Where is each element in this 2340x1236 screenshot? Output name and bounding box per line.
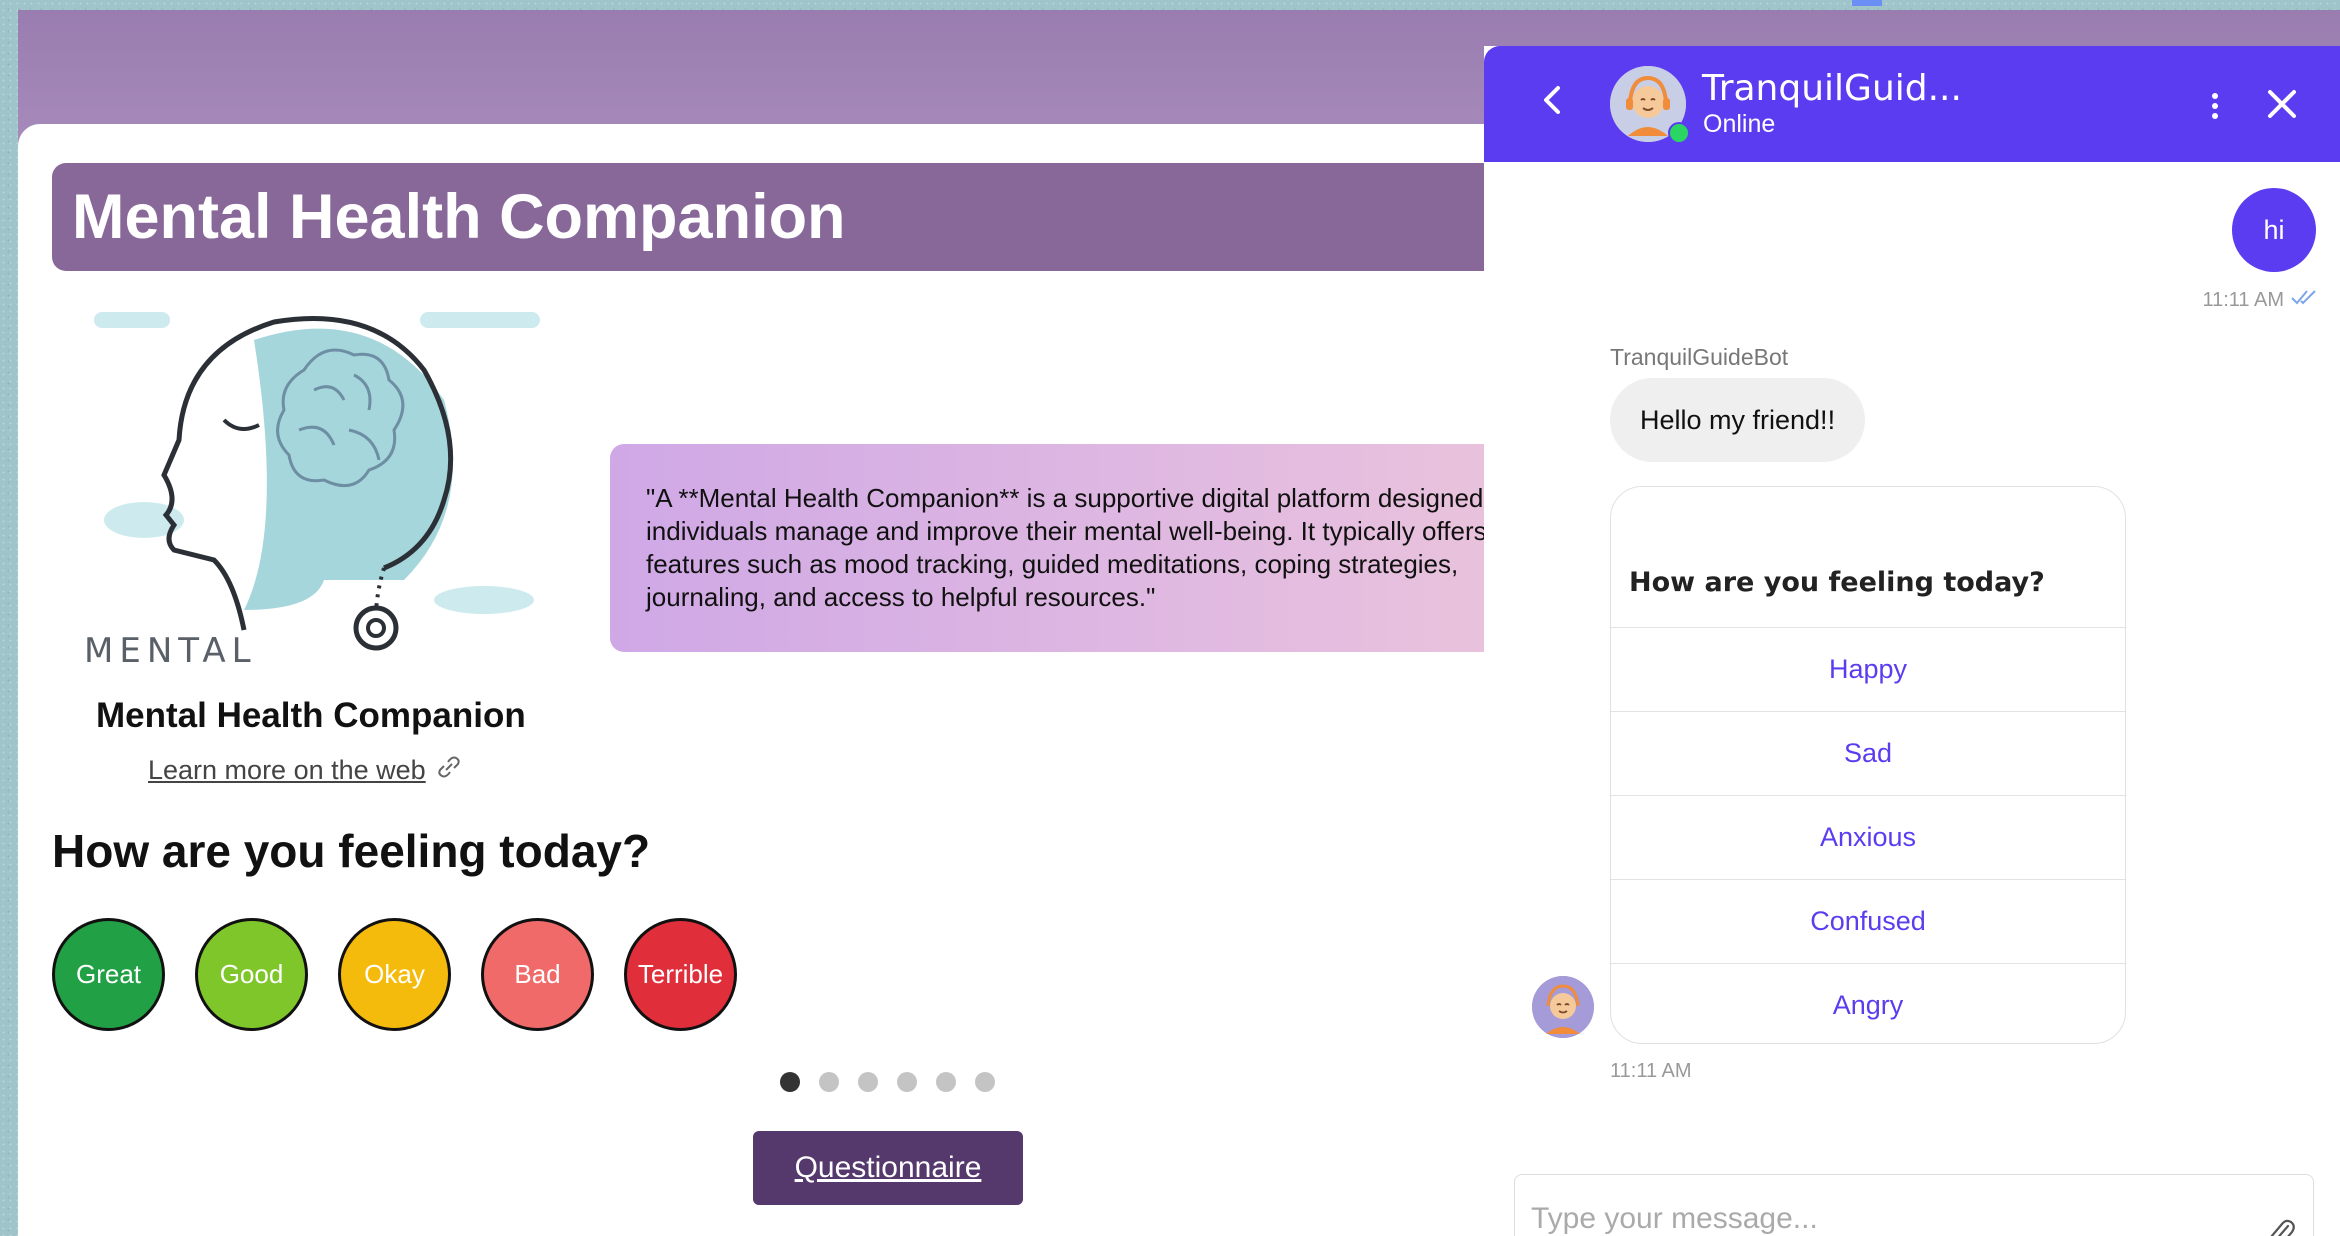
quick-reply-happy[interactable]: Happy	[1611, 627, 2125, 711]
user-time-label: 11:11 AM	[2202, 288, 2284, 311]
description-quote: "A **Mental Health Companion** is a supp…	[610, 444, 1610, 652]
carousel-dot[interactable]	[780, 1072, 800, 1092]
chat-header: TranquilGuid... Online	[1484, 46, 2340, 162]
external-link-icon	[436, 754, 462, 787]
carousel-dot[interactable]	[936, 1072, 956, 1092]
carousel-dot[interactable]	[897, 1072, 917, 1092]
bot-message-bubble: Hello my friend!!	[1610, 378, 1866, 462]
paperclip-icon[interactable]	[2264, 1214, 2298, 1236]
quick-reply-options: Happy Sad Anxious Confused Angry	[1611, 627, 2125, 1043]
carousel-dot[interactable]	[975, 1072, 995, 1092]
mood-button-great[interactable]: Great	[52, 918, 165, 1031]
page-title: Mental Health Companion	[52, 163, 1552, 271]
online-indicator	[1668, 122, 1690, 144]
back-chevron-icon[interactable]	[1532, 80, 1572, 120]
top-edge-accent	[1852, 0, 1882, 6]
close-icon[interactable]	[2264, 86, 2300, 122]
user-message-bubble: hi	[2232, 188, 2316, 272]
carousel-dots	[780, 1072, 995, 1092]
mood-button-terrible[interactable]: Terrible	[624, 918, 737, 1031]
quick-reply-sad[interactable]: Sad	[1611, 711, 2125, 795]
mental-health-logo: MENTAL	[84, 310, 544, 671]
mood-button-okay[interactable]: Okay	[338, 918, 451, 1031]
learn-more-link[interactable]: Learn more on the web	[148, 754, 462, 787]
message-input[interactable]	[1514, 1174, 2314, 1236]
bot-sender-label: TranquilGuideBot	[1610, 344, 1789, 370]
quick-reply-anxious[interactable]: Anxious	[1611, 795, 2125, 879]
quick-reply-card: How are you feeling today? Happy Sad Anxio…	[1610, 486, 2126, 1044]
bot-status: Online	[1703, 110, 1776, 138]
learn-more-label: Learn more on the web	[148, 755, 426, 785]
quick-reply-angry[interactable]: Angry	[1611, 963, 2125, 1043]
quick-reply-confused[interactable]: Confused	[1611, 879, 2125, 963]
feeling-heading: How are you feeling today?	[52, 825, 651, 877]
user-message-time: 11:11 AM	[2202, 288, 2318, 312]
card-title: Mental Health Companion	[96, 696, 526, 735]
bot-avatar-icon	[1532, 976, 1594, 1038]
questionnaire-button[interactable]: Questionnaire	[753, 1131, 1023, 1205]
logo-text: MENTAL	[84, 631, 257, 670]
chat-widget: TranquilGuid... Online hi 11:11 AM Tranq…	[1484, 46, 2340, 1236]
quick-reply-question: How are you feeling today?	[1629, 567, 2045, 598]
more-vertical-icon[interactable]	[2200, 86, 2230, 126]
bot-message-time: 11:11 AM	[1610, 1060, 1692, 1082]
mood-selector: Great Good Okay Bad Terrible	[52, 918, 737, 1031]
mood-button-good[interactable]: Good	[195, 918, 308, 1031]
carousel-dot[interactable]	[858, 1072, 878, 1092]
double-check-icon	[2290, 288, 2318, 312]
bot-name: TranquilGuid...	[1702, 68, 1962, 109]
mood-button-bad[interactable]: Bad	[481, 918, 594, 1031]
carousel-dot[interactable]	[819, 1072, 839, 1092]
